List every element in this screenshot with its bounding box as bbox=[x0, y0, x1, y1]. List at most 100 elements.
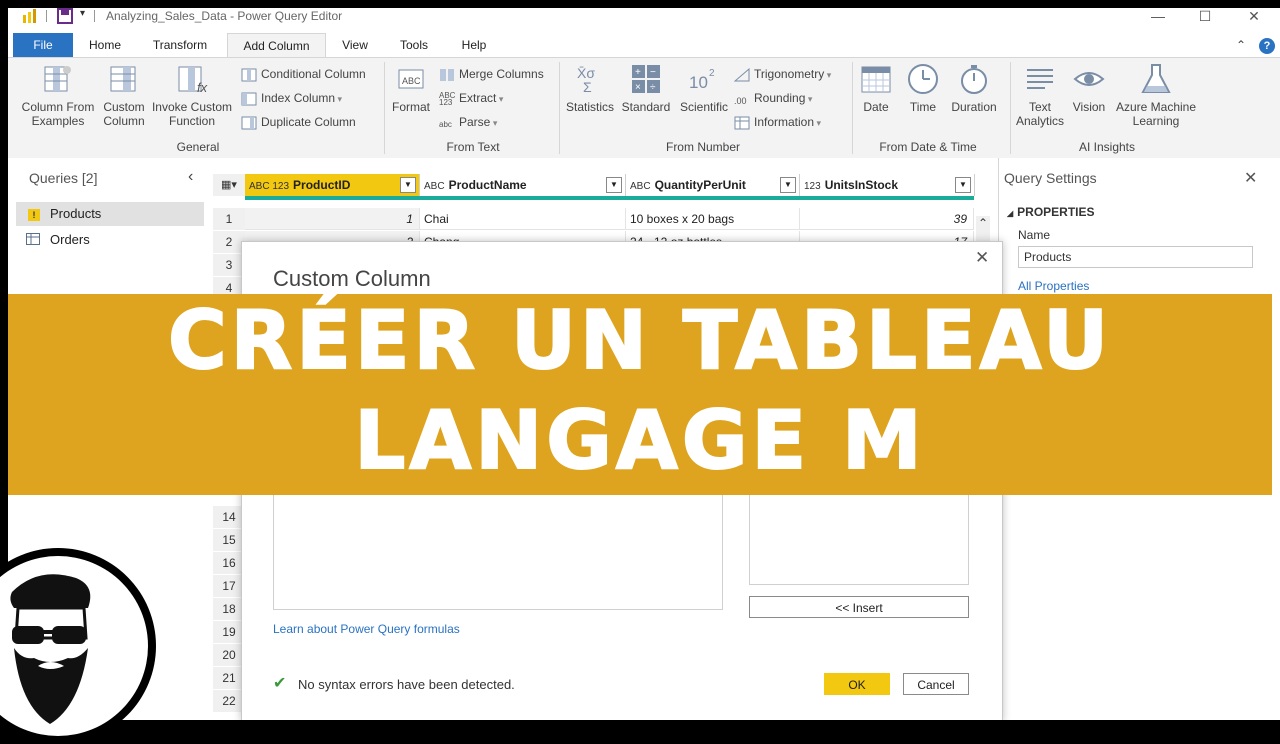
column-from-examples-button[interactable]: Column From Examples bbox=[18, 62, 98, 128]
vision-label: Vision bbox=[1072, 100, 1106, 114]
statistics-icon: X̄σΣ bbox=[577, 65, 595, 95]
close-window-icon[interactable]: ✕ bbox=[1234, 8, 1274, 26]
column-from-examples-icon bbox=[44, 66, 71, 92]
tab-view[interactable]: View bbox=[333, 33, 377, 58]
collapse-queries-icon[interactable]: ‹ bbox=[188, 168, 193, 186]
statistics-label: Statistics bbox=[565, 100, 614, 114]
filter-dropdown-icon[interactable]: ▼ bbox=[606, 177, 622, 193]
column-header-productname[interactable]: ABC ProductName ▼ bbox=[420, 174, 626, 196]
column-header-productid[interactable]: ABC 123 ProductID ▼ bbox=[245, 174, 420, 196]
collapse-ribbon-icon[interactable]: ⌃ bbox=[1236, 38, 1246, 52]
group-separator bbox=[1010, 62, 1011, 154]
ribbon: Column From Examples Custom Column fx In… bbox=[8, 57, 1280, 159]
help-icon[interactable]: ? bbox=[1259, 38, 1275, 54]
caret-down-icon[interactable]: ◢ bbox=[1007, 209, 1013, 218]
duplicate-column-button[interactable]: Duplicate Column bbox=[241, 113, 356, 131]
maximize-icon[interactable]: ☐ bbox=[1185, 8, 1225, 26]
svg-text:+: + bbox=[635, 67, 641, 78]
chevron-down-icon: ▾ bbox=[805, 94, 813, 104]
column-header-quantityperunit[interactable]: ABC QuantityPerUnit ▼ bbox=[626, 174, 800, 196]
standard-button[interactable]: + − × ÷ Standard bbox=[620, 62, 672, 114]
information-button[interactable]: Information ▾ bbox=[734, 113, 821, 131]
group-label-from-number: From Number bbox=[665, 140, 740, 154]
chevron-down-icon: ▾ bbox=[496, 94, 504, 104]
name-label: Name bbox=[1018, 228, 1051, 242]
chevron-down-icon: ▾ bbox=[490, 118, 498, 128]
type-icon-text: ABC bbox=[630, 181, 651, 192]
save-icon[interactable] bbox=[57, 8, 73, 24]
ok-button[interactable]: OK bbox=[824, 673, 890, 695]
parse-button[interactable]: abc Parse ▾ bbox=[439, 113, 497, 131]
time-button[interactable]: Time bbox=[904, 62, 942, 114]
format-button[interactable]: ABC Format bbox=[388, 62, 434, 114]
column-header-unitsinstock[interactable]: 123 UnitsInStock ▼ bbox=[800, 174, 975, 196]
table-cell[interactable]: Chai bbox=[420, 208, 626, 230]
filter-dropdown-icon[interactable]: ▼ bbox=[780, 177, 796, 193]
conditional-column-icon bbox=[241, 68, 257, 82]
type-icon-text: ABC bbox=[424, 181, 445, 192]
text-analytics-button[interactable]: Text Analytics bbox=[1012, 62, 1068, 128]
table-menu-icon[interactable]: ▦▾ bbox=[213, 174, 246, 196]
standard-icon: + −× ÷ bbox=[632, 65, 660, 93]
insert-button[interactable]: << Insert bbox=[749, 596, 969, 618]
azure-ml-button[interactable]: Azure Machine Learning bbox=[1112, 62, 1200, 128]
tab-help[interactable]: Help bbox=[451, 33, 497, 58]
all-properties-link[interactable]: All Properties bbox=[1018, 279, 1089, 293]
tab-transform[interactable]: Transform bbox=[141, 33, 219, 58]
tab-tools[interactable]: Tools bbox=[391, 33, 437, 58]
quick-access-dropdown-icon[interactable]: ▾ bbox=[80, 8, 85, 19]
invoke-custom-function-button[interactable]: fx Invoke Custom Function bbox=[150, 62, 234, 128]
minimize-icon[interactable]: — bbox=[1138, 8, 1178, 26]
trigonometry-button[interactable]: Trigonometry ▾ bbox=[734, 65, 831, 83]
vision-button[interactable]: Vision bbox=[1068, 62, 1110, 114]
query-item-orders[interactable]: Orders bbox=[16, 228, 204, 252]
close-settings-icon[interactable]: ✕ bbox=[1244, 168, 1257, 188]
column-quality-bar bbox=[245, 196, 974, 200]
trigonometry-icon bbox=[734, 67, 750, 82]
group-label-ai-insights: AI Insights bbox=[1078, 140, 1136, 154]
tab-add-column[interactable]: Add Column bbox=[227, 33, 326, 59]
table-cell[interactable]: 1 bbox=[245, 208, 420, 230]
extract-button[interactable]: ABC 123 Extract ▾ bbox=[439, 89, 503, 107]
svg-text:10: 10 bbox=[689, 73, 708, 92]
custom-column-button[interactable]: Custom Column bbox=[100, 62, 148, 128]
duration-button[interactable]: Duration bbox=[946, 62, 1002, 114]
filter-dropdown-icon[interactable]: ▼ bbox=[955, 177, 971, 193]
merge-columns-button[interactable]: Merge Columns bbox=[439, 65, 544, 83]
index-column-button[interactable]: Index Column ▾ bbox=[241, 89, 342, 107]
statistics-button[interactable]: X̄σ Σ Statistics bbox=[564, 62, 616, 114]
scroll-up-icon[interactable]: ⌃ bbox=[976, 216, 990, 230]
learn-formulas-link[interactable]: Learn about Power Query formulas bbox=[273, 622, 460, 636]
properties-heading: ◢ PROPERTIES bbox=[1007, 205, 1095, 219]
chevron-down-icon: ▾ bbox=[335, 94, 343, 104]
text-analytics-icon bbox=[1027, 69, 1053, 89]
parse-icon: abc bbox=[439, 119, 452, 129]
filter-dropdown-icon[interactable]: ▼ bbox=[400, 177, 416, 193]
tab-home[interactable]: Home bbox=[78, 33, 132, 58]
checkmark-icon: ✔ bbox=[273, 675, 287, 692]
query-name-input[interactable]: Products bbox=[1018, 246, 1253, 268]
date-button[interactable]: Date bbox=[856, 62, 896, 114]
warning-icon: ! bbox=[28, 209, 40, 221]
group-label-from-date-time: From Date & Time bbox=[879, 140, 977, 154]
window-title: Analyzing_Sales_Data - Power Query Edito… bbox=[106, 9, 343, 23]
scientific-button[interactable]: 10 2 Scientific bbox=[676, 62, 732, 114]
column-from-examples-label: Column From Examples bbox=[21, 100, 95, 128]
type-icon-number: 123 bbox=[804, 181, 821, 192]
cancel-button[interactable]: Cancel bbox=[903, 673, 969, 695]
table-cell[interactable]: 39 bbox=[800, 208, 974, 230]
chevron-down-icon: ▾ bbox=[824, 70, 832, 80]
merge-columns-icon bbox=[440, 68, 454, 81]
close-dialog-icon[interactable]: ✕ bbox=[975, 248, 989, 268]
rounding-button[interactable]: .00 Rounding ▾ bbox=[734, 89, 812, 107]
date-label: Date bbox=[863, 100, 889, 114]
conditional-column-button[interactable]: Conditional Column bbox=[241, 65, 366, 83]
extract-icon: ABC 123 bbox=[439, 90, 456, 107]
calendar-icon bbox=[861, 66, 891, 93]
table-cell[interactable]: 10 boxes x 20 bags bbox=[626, 208, 800, 230]
group-separator bbox=[852, 62, 853, 154]
tab-file[interactable]: File bbox=[13, 33, 73, 58]
scientific-icon: 10 2 bbox=[689, 68, 715, 92]
settings-title: Query Settings bbox=[1004, 170, 1097, 186]
query-item-products[interactable]: ! Products bbox=[16, 202, 204, 226]
